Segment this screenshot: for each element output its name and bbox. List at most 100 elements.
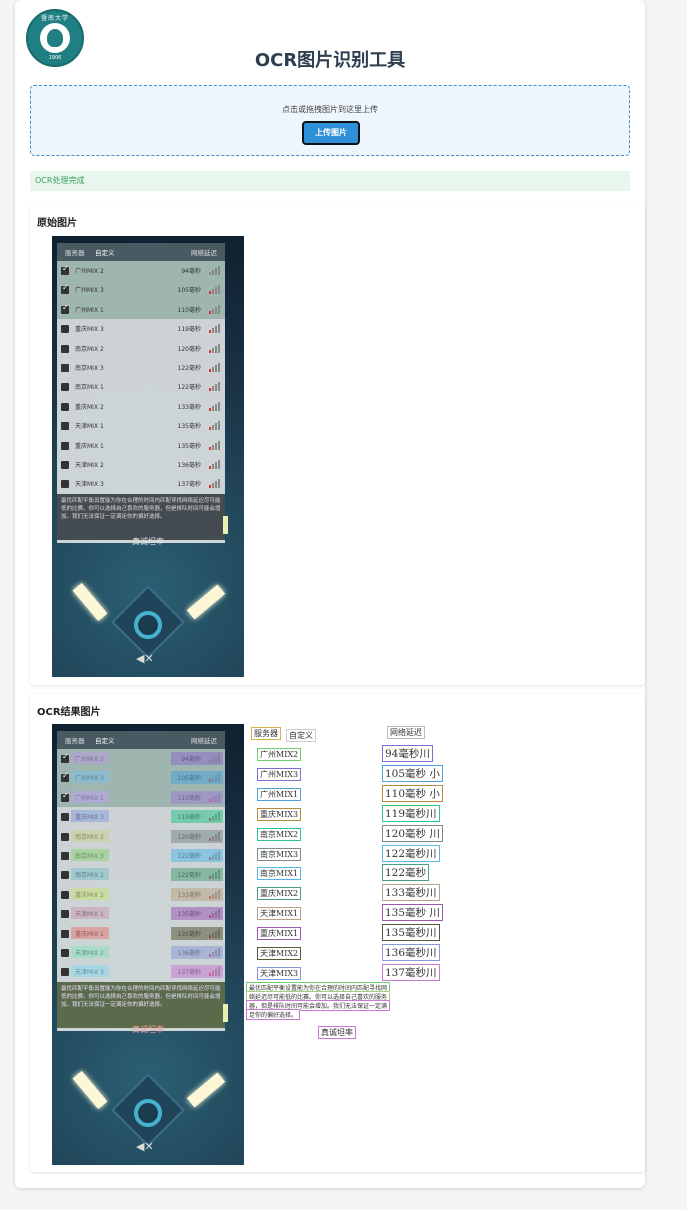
server-row[interactable]: 重庆MIX 2133毫秒 — [57, 397, 225, 416]
checkbox[interactable] — [61, 264, 69, 275]
server-row[interactable]: 天津MIX 1135毫秒 — [57, 416, 225, 435]
server-row[interactable]: 广州MIX 3105毫秒 — [57, 280, 225, 300]
server-row[interactable]: 重庆MIX 3119毫秒 — [57, 319, 225, 338]
ocr-ping: 122毫秒川 — [382, 844, 440, 862]
ocr-highlight — [71, 907, 109, 920]
server-row[interactable]: 重庆MIX 1135毫秒 — [57, 436, 225, 455]
server-row[interactable]: 天津MIX 3137毫秒 — [57, 962, 225, 981]
signal-icon — [207, 421, 221, 431]
server-row[interactable]: 南京MIX 1122毫秒 — [57, 865, 225, 884]
server-ping: 135毫秒 — [177, 423, 201, 431]
checkbox[interactable] — [61, 325, 69, 334]
ocr-highlight — [171, 868, 223, 882]
main-card: 暨南大学 1906 OCR图片识别工具 点击或拖拽图片到这里上传 上传图片 OC… — [15, 0, 645, 1188]
server-row[interactable]: 天津MIX 2136毫秒 — [57, 455, 225, 474]
ocr-ping: 135毫秒川 — [382, 924, 440, 942]
server-ping: 110毫秒 — [177, 306, 201, 314]
ocr-ping: 110毫秒 小 — [382, 784, 443, 802]
checkbox[interactable] — [61, 910, 69, 919]
checkbox[interactable] — [61, 303, 69, 314]
ocr-ping: 119毫秒川 — [382, 804, 440, 822]
signal-icon — [207, 324, 221, 334]
checkbox[interactable] — [61, 968, 69, 977]
upload-dropzone[interactable]: 点击或拖拽图片到这里上传 上传图片 — [30, 85, 630, 156]
server-row[interactable]: 南京MIX 1122毫秒 — [57, 377, 225, 396]
server-ping: 137毫秒 — [177, 481, 201, 489]
server-row[interactable]: 广州MIX 1110毫秒 — [57, 787, 225, 808]
tab-server[interactable]: 服务器 — [65, 247, 85, 257]
ocr-name: 南京MIX1 — [257, 867, 302, 881]
ocr-name: 南京MIX3 — [257, 847, 302, 861]
server-row[interactable]: 南京MIX 2120毫秒 — [57, 339, 225, 358]
tab-latency[interactable]: 网络延迟 — [191, 247, 217, 257]
server-row[interactable]: 南京MIX 3122毫秒 — [57, 846, 225, 865]
mute-icon[interactable]: ◀✕ — [136, 652, 154, 665]
ocr-highlight — [71, 810, 109, 823]
server-row[interactable]: 广州MIX 1110毫秒 — [57, 299, 225, 320]
server-ping: 94毫秒 — [181, 268, 201, 275]
server-row[interactable]: 重庆MIX 3119毫秒 — [57, 807, 225, 826]
ocr-highlight — [71, 887, 109, 900]
checkbox[interactable] — [61, 813, 69, 822]
ocr-highlight — [171, 790, 223, 804]
server-row[interactable]: 重庆MIX 2133毫秒 — [57, 885, 225, 904]
checkbox[interactable] — [61, 283, 69, 295]
checkbox[interactable] — [61, 344, 69, 353]
logo-text: 暨南大学 — [40, 15, 69, 22]
ocr-highlight — [71, 946, 109, 958]
ocr-highlight — [71, 771, 109, 784]
server-row[interactable]: 南京MIX 2120毫秒 — [57, 827, 225, 846]
checkbox[interactable] — [61, 752, 69, 763]
server-name: 南京MIX 3 — [75, 365, 104, 372]
server-name: 广州MIX 3 — [75, 287, 104, 295]
signal-icon — [207, 479, 221, 489]
signal-icon — [207, 266, 221, 275]
checkbox[interactable] — [61, 422, 69, 431]
original-image-title: 原始图片 — [37, 218, 77, 229]
checkbox[interactable] — [61, 441, 69, 450]
tab-server[interactable]: 服务器 — [65, 735, 85, 745]
ocr-ping: 137毫秒川 — [382, 963, 440, 981]
checkbox[interactable] — [61, 402, 69, 411]
server-description: 最优匹配平衡设置能为你在合理的时间内匹配寻找网络延迟尽可能低的比赛。你可以选择自… — [57, 494, 225, 540]
server-row[interactable]: 天津MIX 1135毫秒 — [57, 904, 225, 923]
checkbox[interactable] — [61, 871, 69, 880]
ocr-highlight — [71, 752, 109, 764]
tab-custom[interactable]: 自定义 — [95, 735, 115, 745]
checkbox[interactable] — [61, 791, 69, 802]
mute-icon[interactable]: ◀✕ — [136, 1140, 154, 1153]
upload-button[interactable]: 上传图片 — [302, 121, 360, 145]
checkbox[interactable] — [61, 852, 69, 860]
signal-icon — [207, 304, 221, 314]
checkbox[interactable] — [61, 480, 69, 489]
checkbox[interactable] — [61, 890, 69, 899]
signal-icon — [207, 401, 221, 411]
checkbox[interactable] — [61, 949, 69, 957]
checkbox[interactable] — [61, 771, 69, 783]
ocr-highlight — [71, 849, 109, 861]
ocr-highlight — [171, 887, 223, 901]
server-name: 广州MIX 2 — [75, 268, 104, 275]
checkbox[interactable] — [61, 383, 69, 392]
server-name: 重庆MIX 1 — [75, 442, 104, 450]
server-row[interactable]: 重庆MIX 1135毫秒 — [57, 924, 225, 943]
server-row[interactable]: 广州MIX 294毫秒 — [57, 749, 225, 769]
server-row[interactable]: 南京MIX 3122毫秒 — [57, 358, 225, 377]
ocr-name: 南京MIX2 — [257, 827, 302, 841]
ocr-ping: 133毫秒川 — [382, 884, 440, 902]
ocr-highlight — [71, 790, 109, 803]
checkbox[interactable] — [61, 461, 69, 469]
tab-latency[interactable]: 网络延迟 — [191, 735, 217, 745]
upload-hint: 点击或拖拽图片到这里上传 — [282, 105, 378, 114]
server-row[interactable]: 天津MIX 2136毫秒 — [57, 943, 225, 962]
ocr-highlight — [171, 946, 223, 959]
checkbox[interactable] — [61, 364, 69, 372]
server-row[interactable]: 广州MIX 2 94毫秒 — [57, 261, 225, 281]
server-row[interactable]: 天津MIX 3137毫秒 — [57, 474, 225, 493]
server-row[interactable]: 广州MIX 3105毫秒 — [57, 768, 225, 788]
checkbox[interactable] — [61, 929, 69, 938]
ocr-highlight — [71, 868, 109, 881]
checkbox[interactable] — [61, 832, 69, 841]
tab-custom[interactable]: 自定义 — [95, 247, 115, 257]
mode-label: 真诚坦率 — [132, 537, 164, 546]
